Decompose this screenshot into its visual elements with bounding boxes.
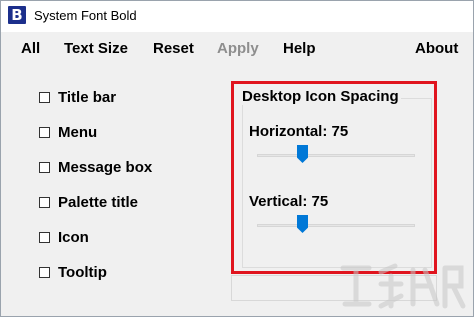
- checkbox[interactable]: [39, 161, 50, 173]
- menu-reset[interactable]: Reset: [153, 40, 194, 57]
- menu-apply[interactable]: Apply: [217, 40, 259, 57]
- checkbox-label: Tooltip: [58, 263, 107, 281]
- checkbox-label: Icon: [58, 228, 89, 246]
- window-title: System Font Bold: [34, 8, 137, 23]
- checkbox-label: Message box: [58, 158, 153, 176]
- checkbox-label: Title bar: [58, 88, 117, 106]
- option-icon[interactable]: Icon: [39, 227, 89, 247]
- checkbox[interactable]: [39, 231, 50, 243]
- watermark-logo-icon: [340, 263, 466, 309]
- option-menu[interactable]: Menu: [39, 122, 97, 142]
- option-message-box[interactable]: Message box: [39, 157, 152, 177]
- menu-help[interactable]: Help: [283, 40, 316, 57]
- option-tooltip[interactable]: Tooltip: [39, 262, 107, 282]
- app-window: B System Font Bold All Text Size Reset A…: [0, 0, 474, 317]
- menu-all[interactable]: All: [21, 40, 40, 57]
- option-palette-title[interactable]: Palette title: [39, 192, 138, 212]
- title-bar[interactable]: B System Font Bold: [1, 1, 473, 32]
- highlight-box: [231, 81, 437, 274]
- option-title-bar[interactable]: Title bar: [39, 87, 116, 107]
- menu-text-size[interactable]: Text Size: [64, 40, 128, 57]
- checkbox-label: Menu: [58, 123, 98, 141]
- menu-about[interactable]: About: [415, 40, 458, 57]
- menu-bar: All Text Size Reset Apply Help About: [1, 32, 473, 64]
- checkbox[interactable]: [39, 196, 50, 208]
- checkbox[interactable]: [39, 266, 50, 278]
- checkbox[interactable]: [39, 91, 50, 103]
- checkbox[interactable]: [39, 126, 50, 138]
- checkbox-label: Palette title: [58, 193, 139, 211]
- app-logo-icon: B: [8, 6, 26, 24]
